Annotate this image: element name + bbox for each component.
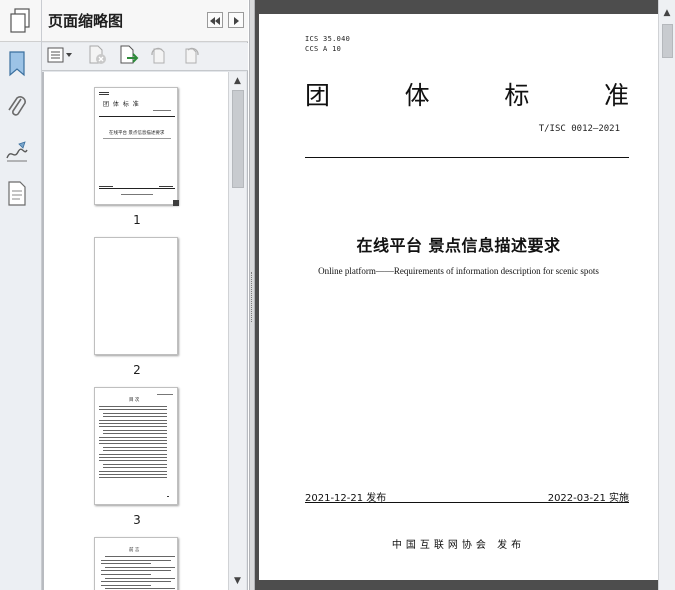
panel-title: 页面缩略图: [48, 12, 124, 30]
document-title-cn: 在线平台 景点信息描述要求: [356, 236, 561, 255]
doc-scroll-up-icon[interactable]: ▲: [659, 6, 675, 20]
ics-code: ICS 35.040: [305, 35, 351, 43]
extract-icon: [118, 45, 140, 69]
mini-foreword-line: [105, 566, 175, 568]
mini-foreword-line: [101, 570, 171, 572]
scroll-up-icon[interactable]: ▲: [229, 74, 246, 88]
thumbnail-page-1[interactable]: 团 体 标 准 在线平台 景点信息描述要求: [94, 87, 178, 205]
options-icon: [47, 47, 73, 67]
mini-toc-line: [103, 416, 167, 418]
mini-toc-line: [99, 457, 167, 458]
standard-char-1: 团: [305, 81, 331, 110]
thumbnail-label-3: 3: [133, 513, 141, 527]
first-page-icon: [209, 11, 221, 30]
standard-number: T/ISC 0012—2021: [538, 124, 620, 134]
mini-toc-line: [103, 412, 167, 414]
attachment-icon[interactable]: [5, 93, 29, 121]
mini-toc-line: [103, 467, 167, 469]
mini-toc-line: [99, 453, 167, 455]
mini-foreword-line: [101, 581, 171, 583]
delete-pages-button[interactable]: [86, 45, 108, 69]
mini-toc-line: [103, 450, 167, 452]
mini-foreword-line: [105, 556, 175, 557]
rotate-cw-button[interactable]: [180, 47, 202, 67]
scroll-thumb[interactable]: [232, 90, 244, 188]
collapse-icon: [232, 11, 240, 30]
standard-char-2: 体: [404, 81, 430, 110]
navigation-rail: [0, 0, 42, 590]
standard-char-4: 准: [603, 81, 629, 110]
delete-icon: [87, 45, 107, 69]
mini-foreword-line: [101, 563, 151, 565]
mini-toc-line: [99, 477, 167, 479]
thumbnail-panel: 页面缩略图 团 体 标 准 在线平台 景点信息描述要求 1 2 目 次 3 前 …: [42, 0, 248, 590]
rotate-ccw-icon: [149, 45, 169, 69]
publisher: 中国互联网协会 发布: [391, 540, 526, 551]
mini-foreword-line: [101, 584, 151, 586]
rotate-cw-icon: [181, 45, 201, 69]
mini-toc-line: [103, 463, 167, 465]
mini-toc-line: [99, 426, 167, 428]
mini-doc-title: 在线平台 景点信息描述要求: [109, 131, 165, 136]
doc-scroll-thumb[interactable]: [662, 24, 673, 58]
signature-icon[interactable]: [5, 138, 29, 166]
thumbnail-page-2[interactable]: [94, 237, 178, 355]
mini-toc-line: [99, 474, 167, 475]
header-rule: [305, 157, 629, 158]
document-title-en: Online platform——Requirements of informa…: [318, 266, 599, 276]
mini-foreword-line: [101, 559, 171, 561]
mini-toc-line: [103, 446, 167, 448]
mini-toc-line: [99, 440, 167, 441]
mini-foreword-line: [105, 588, 175, 590]
mini-toc-line: [99, 460, 167, 462]
first-page-button[interactable]: [207, 12, 223, 28]
standard-type-title: 团 体 标 准: [305, 76, 629, 112]
panel-header: 页面缩略图: [42, 0, 248, 42]
thumbnail-label-1: 1: [133, 213, 141, 227]
ccs-code: CCS A 10: [305, 45, 342, 53]
collapse-panel-button[interactable]: [228, 12, 244, 28]
mini-toc-line: [99, 443, 167, 445]
bookmark-icon[interactable]: [5, 50, 29, 78]
mini-toc-line: [103, 429, 167, 431]
mini-toc-line: [99, 419, 167, 421]
mini-toc-line: [99, 436, 167, 438]
pages-icon[interactable]: [8, 7, 32, 35]
mini-toc-line: [99, 423, 167, 424]
mini-foreword-line: [105, 577, 175, 579]
document-icon[interactable]: [5, 180, 29, 208]
mini-toc-line: [99, 409, 167, 411]
extract-pages-button[interactable]: [118, 45, 140, 69]
thumbnail-page-4[interactable]: 前 言: [94, 537, 178, 590]
mini-standard-title: 团 体 标 准: [103, 101, 140, 108]
document-page: ICS 35.040 CCS A 10 团 体 标 准 T/ISC 0012—2…: [259, 14, 658, 580]
footer-rule: [305, 502, 629, 503]
thumbnail-label-2: 2: [133, 363, 141, 377]
document-scrollbar[interactable]: ▲: [658, 0, 675, 590]
mini-toc-line: [103, 433, 167, 435]
mini-foreword-heading: 前 言: [129, 548, 140, 553]
current-page-marker: [173, 200, 179, 206]
mini-toc-line: [99, 470, 167, 472]
scroll-down-icon[interactable]: ▼: [229, 574, 246, 588]
rail-header: [0, 0, 41, 42]
thumbnail-list[interactable]: 团 体 标 准 在线平台 景点信息描述要求 1 2 目 次 3 前 言: [42, 72, 228, 590]
mini-toc-heading: 目 次: [129, 398, 140, 403]
thumbnail-toolbar: [42, 43, 248, 71]
standard-char-3: 标: [504, 81, 530, 110]
mini-foreword-line: [101, 574, 151, 575]
thumbnail-page-3[interactable]: 目 次: [94, 387, 178, 505]
document-viewport[interactable]: ICS 35.040 CCS A 10 团 体 标 准 T/ISC 0012—2…: [255, 0, 658, 590]
mini-toc-line: [99, 406, 167, 407]
thumbnail-scrollbar[interactable]: ▲ ▼: [228, 72, 246, 590]
rotate-ccw-button[interactable]: [148, 47, 170, 67]
options-menu-button[interactable]: [46, 47, 74, 67]
